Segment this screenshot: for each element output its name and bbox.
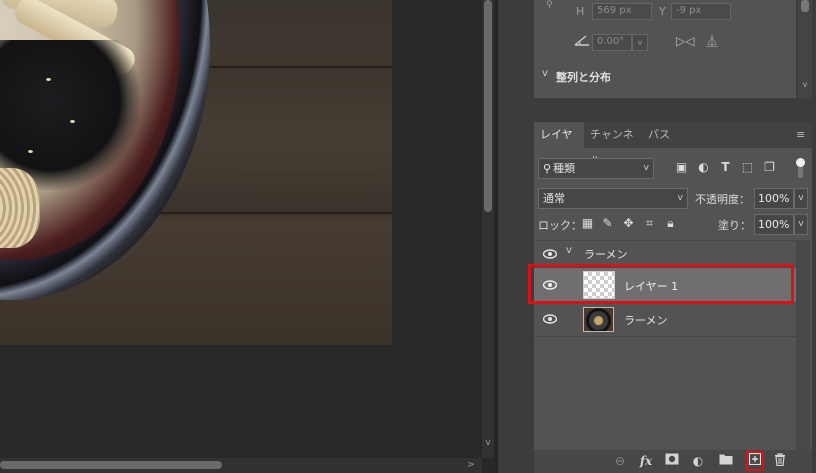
height-label: H (576, 5, 585, 18)
link-layers-icon[interactable]: ⊖ (612, 453, 628, 469)
align-section-title: 整列と分布 (556, 71, 611, 84)
scroll-right-arrow-icon[interactable]: > (464, 458, 478, 473)
adjustment-layer-filter-icon[interactable]: ◐ (696, 160, 711, 175)
wood-grain (220, 120, 380, 121)
type-layer-filter-icon[interactable]: T (718, 160, 733, 175)
fill-slider-toggle[interactable]: v (794, 214, 808, 235)
layer-filter-row: ⚲ 種類 v ▣ ◐ T ⬚ ❐ (538, 158, 808, 180)
scroll-down-arrow-icon[interactable]: v (798, 80, 812, 89)
lock-row: ロック： ▦ ✎ ✥ ⌗ 🔒︎ 塗り： 100% v (538, 214, 808, 236)
layers-scrollbar[interactable] (796, 240, 810, 450)
flip-vertical-icon[interactable]: ⏅ (706, 32, 722, 50)
chevron-down-icon[interactable]: v (566, 245, 572, 256)
blend-row: 通常 v 不透明度： 100% v (538, 188, 808, 210)
properties-scroll-thumb[interactable] (801, 0, 809, 12)
layer-name[interactable]: ラーメン (624, 312, 668, 328)
sesame-seed (70, 120, 75, 123)
search-icon: ⚲ (543, 162, 552, 175)
scroll-down-arrow-icon[interactable]: v (482, 438, 494, 452)
angle-dropdown[interactable]: v (632, 34, 648, 51)
flip-horizontal-icon[interactable]: ▷◁ (676, 34, 694, 50)
canvas-horizontal-scrollbar[interactable]: > (0, 458, 482, 473)
chevron-down-icon[interactable]: v (542, 68, 548, 79)
y-label: Y (659, 5, 666, 18)
visibility-eye-icon[interactable] (542, 249, 558, 259)
tab-layers[interactable]: レイヤー (534, 122, 584, 167)
horizontal-scroll-thumb[interactable] (0, 461, 222, 469)
opacity-slider-toggle[interactable]: v (794, 188, 808, 209)
wood-grain (180, 270, 380, 271)
blend-mode-select[interactable]: 通常 v (538, 188, 688, 209)
tab-paths[interactable]: パス (642, 122, 676, 148)
smart-object-filter-icon[interactable]: ❐ (762, 160, 777, 175)
adjustment-layer-icon[interactable]: ◐ (690, 453, 706, 469)
chevron-down-icon: v (643, 163, 649, 173)
fill-input[interactable]: 100% (754, 214, 794, 235)
lock-artboard-icon[interactable]: ⌗ (642, 216, 657, 231)
pixel-layer-filter-icon[interactable]: ▣ (674, 160, 689, 175)
lock-all-icon[interactable]: 🔒︎ (663, 216, 678, 231)
new-group-folder-icon[interactable] (718, 453, 734, 469)
layer-list: v ラーメン レイヤー 1 ラーメン (528, 240, 796, 450)
layers-panel: レイヤー チャンネル パス ≡ ⚲種類 v ▣ ◐ T ⬚ ❐ 通常 v (528, 122, 812, 473)
chevron-down-icon: v (677, 193, 683, 203)
properties-panel: ⚲ H 569 px Y -9 px 0.00° v ▷◁ ⏅ v 整列と分布 (534, 0, 796, 98)
panel-menu-icon[interactable]: ≡ (796, 128, 808, 141)
layer-row[interactable]: ラーメン (534, 303, 796, 337)
vertical-scroll-thumb[interactable] (484, 0, 492, 212)
add-mask-icon[interactable] (664, 453, 680, 469)
opacity-input[interactable]: 100% (754, 188, 794, 209)
filter-toggle-switch[interactable] (794, 158, 806, 178)
opacity-label: 不透明度： (695, 193, 750, 206)
right-panel-dock: ⚲ H 569 px Y -9 px 0.00° v ▷◁ ⏅ v 整列と分布 … (498, 0, 816, 473)
document-canvas[interactable] (0, 0, 392, 345)
align-distribute-section[interactable]: v 整列と分布 (534, 64, 796, 88)
sesame-seed (46, 78, 51, 81)
fill-label: 塗り： (718, 219, 751, 232)
panel-tab-bar: レイヤー チャンネル パス ≡ (534, 122, 812, 167)
delete-layer-trash-icon[interactable] (772, 453, 788, 469)
visibility-eye-icon[interactable] (542, 314, 558, 324)
lock-image-pixels-icon[interactable]: ✎ (600, 216, 615, 231)
annotation-highlight-box (528, 264, 794, 304)
ramen-image-thumbnail[interactable] (583, 307, 614, 332)
sesame-seed (28, 150, 33, 153)
filter-toggle-knob (796, 158, 805, 167)
y-position-field[interactable]: -9 px (671, 3, 731, 20)
lock-position-icon[interactable]: ✥ (621, 216, 636, 231)
link-dimensions-icon[interactable]: ⚲ (546, 0, 553, 10)
angle-icon (574, 35, 589, 46)
seaweed-topping (0, 40, 140, 190)
layer-kind-filter[interactable]: ⚲ 種類 v (538, 158, 654, 179)
filter-kind-label: 種類 (553, 162, 576, 175)
properties-scrollbar[interactable]: v (798, 0, 812, 98)
canvas-area[interactable] (0, 0, 482, 473)
canvas-vertical-scrollbar[interactable]: v (482, 0, 494, 458)
layer-name: ラーメン (584, 248, 628, 261)
shape-layer-filter-icon[interactable]: ⬚ (740, 160, 755, 175)
lock-transparent-pixels-icon[interactable]: ▦ (580, 216, 595, 231)
wood-grain (200, 30, 380, 31)
layers-panel-footer: ⊖ fx ◐ (534, 450, 812, 473)
lock-label: ロック： (538, 219, 582, 232)
wood-grain (240, 170, 380, 171)
angle-field[interactable]: 0.00° (592, 34, 632, 51)
annotation-highlight-box (746, 451, 764, 471)
blend-mode-value: 通常 (543, 192, 565, 205)
layer-style-fx-icon[interactable]: fx (638, 453, 654, 469)
height-field[interactable]: 569 px (592, 3, 652, 20)
tab-channels[interactable]: チャンネル (584, 122, 642, 167)
